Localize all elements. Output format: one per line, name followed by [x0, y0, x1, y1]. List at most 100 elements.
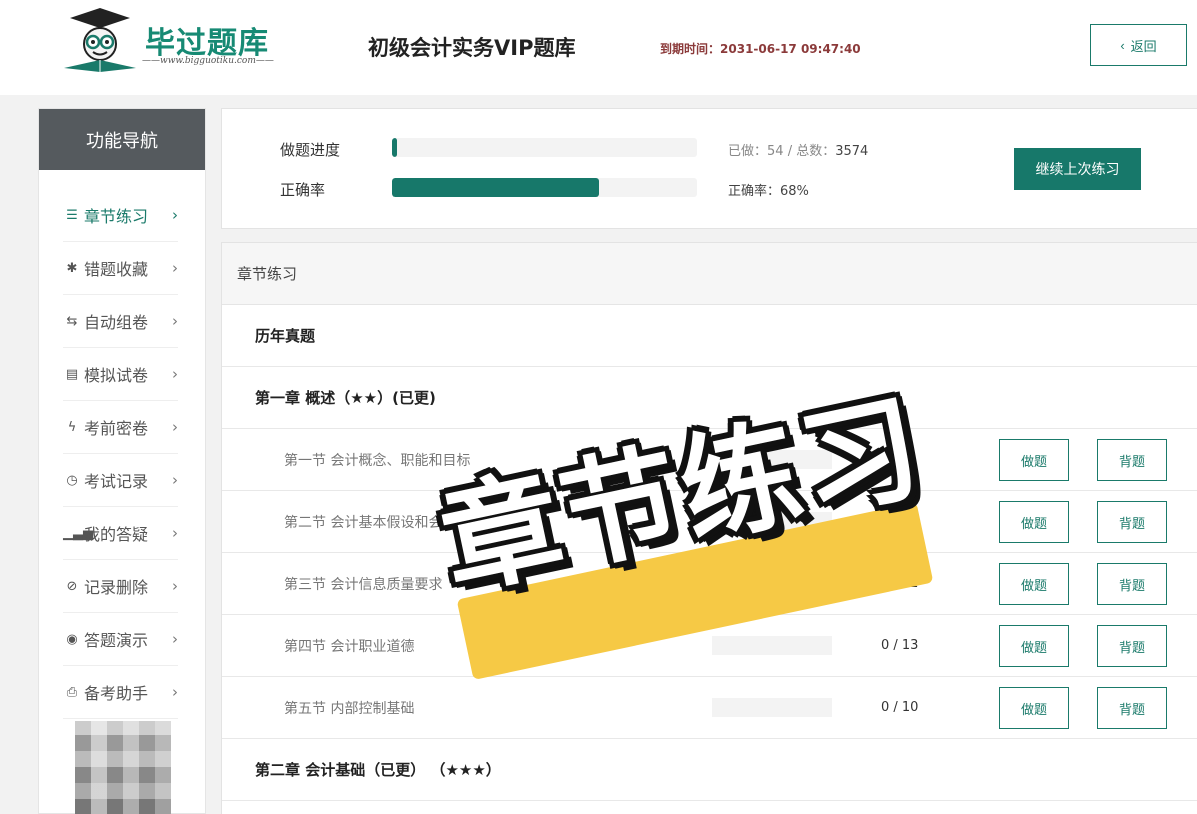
do-questions-button[interactable]: 做题 — [999, 563, 1069, 605]
asterisk-icon: ✱ — [66, 260, 78, 276]
total-prefix: / 总数： — [783, 144, 836, 159]
done-progress-label: 做题进度 — [280, 141, 341, 159]
sidebar-item-exam-records[interactable]: ◷ 考试记录 › — [63, 454, 178, 507]
section-title: 第二节 会计基本假设和会计基础 — [284, 515, 485, 531]
sidebar-item-wrong-questions[interactable]: ✱ 错题收藏 › — [63, 242, 178, 295]
done-value: 54 — [767, 144, 784, 159]
sidebar-nav: 功能导航 ☰ 章节练习 › ✱ 错题收藏 › ⇆ 自动组卷 › ▤ 模拟试卷 ›… — [38, 108, 206, 814]
section-title: 第五节 内部控制基础 — [284, 701, 415, 717]
do-questions-button[interactable]: 做题 — [999, 687, 1069, 729]
chapter-panel: 章节练习 历年真题 第一章 概述（★★）(已更) 第一节 会计概念、职能和目标 … — [221, 242, 1197, 814]
done-prefix: 已做： — [728, 144, 768, 159]
done-progress-stat: 已做：54 / 总数：3574 — [728, 140, 868, 159]
qr-code-image — [75, 721, 171, 814]
logo-url: ——www.bigguotiku.com—— — [142, 56, 274, 66]
chevron-right-icon: › — [172, 418, 178, 436]
section-row: 第五节 内部控制基础 0 / 10 做题 背题 — [222, 677, 1197, 739]
section-progress-bar — [712, 636, 832, 655]
site-logo[interactable]: 毕过题库 ——www.bigguotiku.com—— — [60, 8, 275, 72]
accuracy-bar — [392, 178, 697, 197]
chapter-row[interactable]: 第二章 会计基础（已更） （★★★） — [222, 739, 1197, 801]
memorize-questions-button[interactable]: 背题 — [1097, 625, 1167, 667]
page-title: 初级会计实务VIP题库 — [368, 36, 576, 60]
sidebar-item-label: 考试记录 — [84, 472, 149, 491]
chapter-title: 历年真题 — [255, 327, 316, 345]
section-progress-bar — [712, 574, 832, 593]
sidebar-item-label: 错题收藏 — [84, 260, 149, 279]
do-questions-button[interactable]: 做题 — [999, 625, 1069, 667]
sidebar-item-answer-demo[interactable]: ◉ 答题演示 › — [63, 613, 178, 666]
header: 毕过题库 ——www.bigguotiku.com—— 初级会计实务VIP题库 … — [0, 0, 1197, 95]
chapter-title: 第二章 会计基础（已更） （★★★） — [255, 761, 501, 779]
sidebar-item-label: 章节练习 — [84, 207, 149, 226]
memorize-questions-button[interactable]: 背题 — [1097, 501, 1167, 543]
chevron-right-icon: › — [172, 683, 178, 701]
total-value: 3574 — [835, 144, 869, 159]
document-icon: ▤ — [65, 366, 79, 382]
sidebar-item-my-qa[interactable]: ▁▃▅ 我的答疑 › — [63, 507, 178, 560]
section-row: 第一节 会计概念、职能和目标 做题 背题 — [222, 429, 1197, 491]
sidebar-item-chapter-practice[interactable]: ☰ 章节练习 › — [63, 189, 178, 242]
section-count: 0 / 10 — [881, 700, 919, 715]
section-progress-bar — [712, 450, 832, 469]
globe-icon: ◉ — [66, 631, 78, 647]
chevron-right-icon: › — [172, 630, 178, 648]
chapter-row[interactable]: 历年真题 — [222, 305, 1197, 367]
sidebar-item-delete-records[interactable]: ⊘ 记录删除 › — [63, 560, 178, 613]
continue-practice-button[interactable]: 继续上次练习 — [1014, 148, 1141, 190]
panel-title: 章节练习 — [222, 243, 1197, 305]
section-count: 0 / 12 — [881, 576, 919, 591]
section-row: 第四节 会计职业道德 0 / 13 做题 背题 — [222, 615, 1197, 677]
chevron-right-icon: › — [172, 365, 178, 383]
memorize-questions-button[interactable]: 背题 — [1097, 563, 1167, 605]
section-progress-fill — [712, 450, 748, 469]
back-label: 返回 — [1130, 38, 1157, 54]
sidebar-item-auto-paper[interactable]: ⇆ 自动组卷 › — [63, 295, 178, 348]
clock-icon: ◷ — [66, 472, 78, 488]
expiry-value: 2031-06-17 09:47:40 — [720, 42, 861, 56]
sidebar-item-label: 我的答疑 — [84, 525, 149, 544]
chevron-right-icon: › — [172, 312, 178, 330]
section-count: 0 / 13 — [881, 638, 919, 653]
section-row: 第三节 会计信息质量要求 0 / 12 做题 背题 — [222, 553, 1197, 615]
chevron-right-icon: › — [172, 524, 178, 542]
section-progress-bar — [712, 698, 832, 717]
chevron-left-icon: ‹ — [1120, 37, 1125, 53]
section-row: 第二节 会计基本假设和会计基础 做题 背题 — [222, 491, 1197, 553]
accuracy-fill — [392, 178, 600, 197]
done-progress-bar — [392, 138, 697, 157]
done-progress-fill — [392, 138, 397, 157]
sidebar-item-label: 考前密卷 — [84, 419, 149, 438]
chapter-row[interactable]: 第一章 概述（★★）(已更) — [222, 367, 1197, 429]
ban-icon: ⊘ — [66, 578, 78, 594]
bar-chart-icon: ▁▃▅ — [63, 525, 93, 541]
sidebar-item-secret-paper[interactable]: ϟ 考前密卷 › — [63, 401, 178, 454]
sidebar-item-study-assistant[interactable]: ⎙ 备考助手 › — [63, 666, 178, 719]
do-questions-button[interactable]: 做题 — [999, 439, 1069, 481]
chevron-right-icon: › — [172, 206, 178, 224]
do-questions-button[interactable]: 做题 — [999, 501, 1069, 543]
sidebar-item-label: 模拟试卷 — [84, 366, 149, 385]
sidebar-item-label: 自动组卷 — [84, 313, 149, 332]
section-title: 第一节 会计概念、职能和目标 — [284, 453, 471, 469]
progress-card: 做题进度 已做：54 / 总数：3574 正确率 正确率：68% 继续上次练习 — [221, 108, 1197, 229]
section-title: 第四节 会计职业道德 — [284, 639, 415, 655]
section-title: 第三节 会计信息质量要求 — [284, 577, 443, 593]
expiry-time: 到期时间：2031-06-17 09:47:40 — [660, 40, 861, 57]
expiry-label: 到期时间： — [660, 42, 721, 56]
chapter-title: 第一章 概述（★★）(已更) — [255, 389, 436, 407]
memorize-questions-button[interactable]: 背题 — [1097, 687, 1167, 729]
bolt-icon: ϟ — [67, 419, 77, 435]
retweet-icon: ⇆ — [66, 313, 78, 329]
chevron-right-icon: › — [172, 259, 178, 277]
chevron-right-icon: › — [172, 471, 178, 489]
sidebar-item-mock-exam[interactable]: ▤ 模拟试卷 › — [63, 348, 178, 401]
sidebar-item-label: 备考助手 — [84, 684, 149, 703]
memorize-questions-button[interactable]: 背题 — [1097, 439, 1167, 481]
back-button[interactable]: ‹ 返回 — [1090, 24, 1187, 66]
accuracy-stat: 正确率：68% — [728, 184, 809, 199]
sidebar-item-label: 答题演示 — [84, 631, 149, 650]
sidebar-item-label: 记录删除 — [84, 578, 149, 597]
accuracy-label: 正确率 — [280, 181, 326, 199]
sidebar-title: 功能导航 — [39, 109, 205, 170]
